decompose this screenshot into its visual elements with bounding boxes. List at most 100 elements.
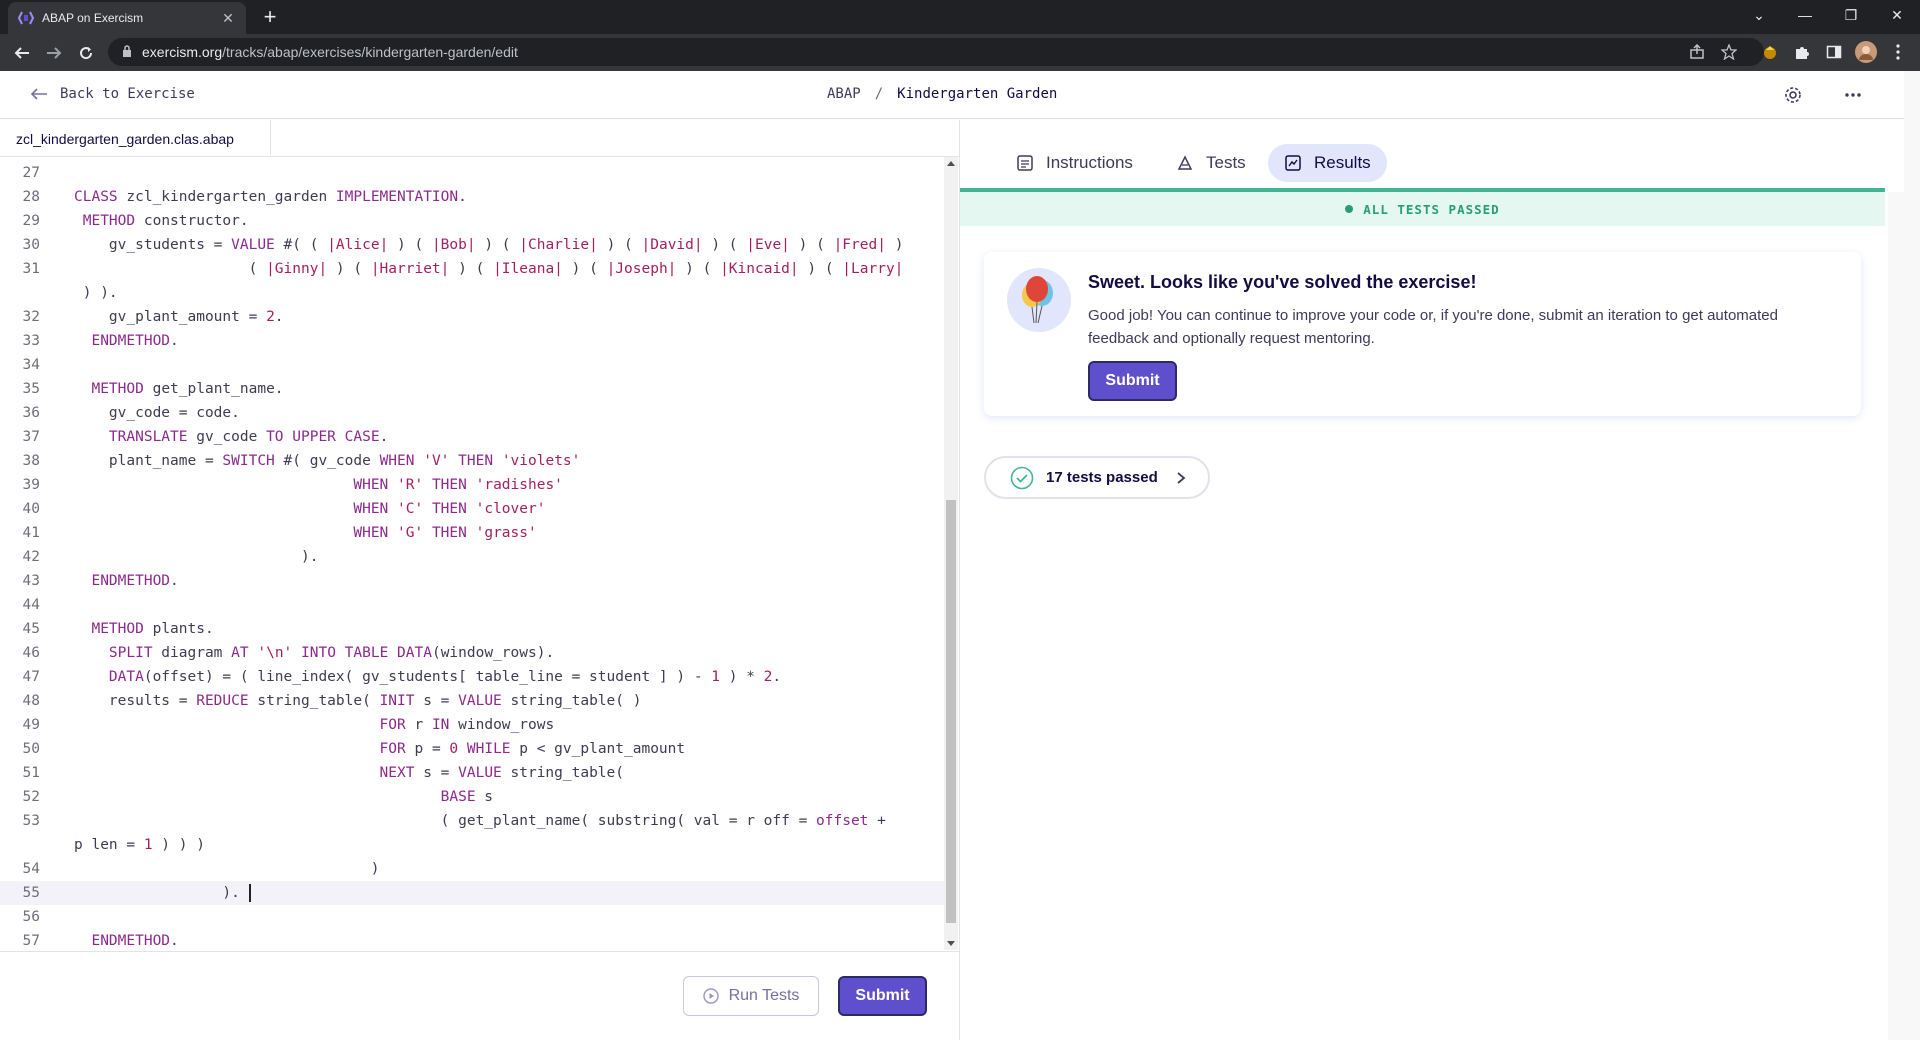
minimize-icon[interactable]: — — [1782, 0, 1828, 30]
share-icon[interactable] — [1683, 38, 1711, 66]
code-line[interactable]: 27 — [0, 161, 944, 185]
submit-button[interactable]: Submit — [838, 976, 927, 1016]
code-text[interactable]: ) — [74, 857, 380, 881]
back-to-exercise-link[interactable]: Back to Exercise — [30, 86, 195, 102]
pane-divider[interactable] — [959, 120, 960, 1040]
code-text[interactable]: results = REDUCE string_table( INIT s = … — [74, 689, 642, 713]
code-line[interactable]: 30 gv_students = VALUE #( ( |Alice| ) ( … — [0, 233, 944, 257]
code-text[interactable]: plant_name = SWITCH #( gv_code WHEN 'V' … — [74, 449, 580, 473]
bookmark-star-icon[interactable] — [1715, 38, 1743, 66]
code-text[interactable]: ( get_plant_name( substring( val = r off… — [74, 809, 886, 833]
code-text[interactable]: TRANSLATE gv_code TO UPPER CASE. — [74, 425, 388, 449]
code-line[interactable]: ) ). — [0, 281, 944, 305]
more-options-icon[interactable] — [1842, 84, 1864, 106]
settings-gear-icon[interactable] — [1782, 84, 1804, 106]
code-text[interactable]: NEXT s = VALUE string_table( — [74, 761, 624, 785]
code-line[interactable]: 29 METHOD constructor. — [0, 209, 944, 233]
address-bar[interactable]: exercism.org/tracks/abap/exercises/kinde… — [108, 38, 1764, 66]
code-text[interactable]: WHEN 'G' THEN 'grass' — [74, 521, 536, 545]
tab-instructions[interactable]: Instructions — [1000, 144, 1149, 182]
forward-arrow-icon[interactable] — [42, 41, 66, 65]
tab-tests[interactable]: Tests — [1160, 144, 1262, 182]
code-line[interactable]: 37 TRANSLATE gv_code TO UPPER CASE. — [0, 425, 944, 449]
breadcrumb-track[interactable]: ABAP — [827, 86, 861, 102]
code-line[interactable]: 35 METHOD get_plant_name. — [0, 377, 944, 401]
code-line[interactable]: 41 WHEN 'G' THEN 'grass' — [0, 521, 944, 545]
code-text[interactable]: WHEN 'C' THEN 'clover' — [74, 497, 545, 521]
code-line[interactable]: 36 gv_code = code. — [0, 401, 944, 425]
scrollbar-thumb[interactable] — [946, 500, 956, 923]
back-arrow-icon[interactable] — [10, 41, 34, 65]
file-tab[interactable]: zcl_kindergarten_garden.clas.abap — [0, 120, 271, 156]
code-text[interactable]: DATA(offset) = ( line_index( gv_students… — [74, 665, 781, 689]
tests-passed-pill[interactable]: 17 tests passed — [984, 456, 1210, 499]
code-line[interactable]: p len = 1 ) ) ) — [0, 833, 944, 857]
side-panel-icon[interactable] — [1822, 40, 1846, 64]
code-text[interactable]: ). — [74, 881, 251, 905]
code-text[interactable]: ( |Ginny| ) ( |Harriet| ) ( |Ileana| ) (… — [74, 257, 904, 281]
code-line[interactable]: 45 METHOD plants. — [0, 617, 944, 641]
code-line[interactable]: 40 WHEN 'C' THEN 'clover' — [0, 497, 944, 521]
code-line[interactable]: 42 ). — [0, 545, 944, 569]
code-text[interactable]: ENDMETHOD. — [74, 929, 178, 950]
editor-scrollbar[interactable] — [944, 157, 958, 950]
scroll-down-icon[interactable] — [947, 941, 955, 946]
code-line[interactable]: 43 ENDMETHOD. — [0, 569, 944, 593]
extension-icon[interactable] — [1758, 40, 1782, 64]
window-close-icon[interactable]: ✕ — [1874, 0, 1920, 30]
code-line[interactable]: 44 — [0, 593, 944, 617]
code-line[interactable]: 56 — [0, 905, 944, 929]
code-text[interactable]: WHEN 'R' THEN 'radishes' — [74, 473, 563, 497]
code-line[interactable]: 53 ( get_plant_name( substring( val = r … — [0, 809, 944, 833]
code-text[interactable]: FOR r IN window_rows — [74, 713, 555, 737]
tab-close-icon[interactable]: ✕ — [220, 10, 236, 26]
code-text[interactable]: p len = 1 ) ) ) — [74, 833, 205, 857]
code-text[interactable]: gv_plant_amount = 2. — [74, 305, 284, 329]
code-text[interactable]: ENDMETHOD. — [74, 569, 178, 593]
card-submit-button[interactable]: Submit — [1088, 361, 1177, 401]
code-text[interactable]: FOR p = 0 WHILE p < gv_plant_amount — [74, 737, 686, 761]
code-text[interactable]: BASE s — [74, 785, 493, 809]
reload-icon[interactable] — [74, 41, 98, 65]
profile-avatar[interactable] — [1854, 40, 1878, 64]
browser-tab[interactable]: ABAP on Exercism ✕ — [8, 2, 246, 34]
code-text[interactable]: METHOD get_plant_name. — [74, 377, 283, 401]
code-line[interactable]: 38 plant_name = SWITCH #( gv_code WHEN '… — [0, 449, 944, 473]
code-text[interactable]: gv_students = VALUE #( ( |Alice| ) ( |Bo… — [74, 233, 904, 257]
code-text[interactable]: ). — [74, 545, 318, 569]
tab-results[interactable]: Results — [1268, 144, 1387, 182]
code-line[interactable]: 48 results = REDUCE string_table( INIT s… — [0, 689, 944, 713]
code-editor[interactable]: 27 28 CLASS zcl_kindergarten_garden IMPLEM… — [0, 157, 944, 950]
code-text[interactable]: ) ). — [74, 281, 118, 305]
new-tab-icon[interactable]: + — [256, 6, 284, 30]
code-line[interactable]: 57 ENDMETHOD. — [0, 929, 944, 950]
tab-search-icon[interactable]: ⌄ — [1736, 0, 1782, 30]
code-line[interactable]: 34 — [0, 353, 944, 377]
run-tests-button[interactable]: Run Tests — [683, 976, 819, 1016]
code-text[interactable]: gv_code = code. — [74, 401, 240, 425]
page-scrollbar[interactable] — [1904, 71, 1920, 1040]
puzzle-extensions-icon[interactable] — [1790, 40, 1814, 64]
browser-menu-icon[interactable] — [1886, 40, 1910, 64]
code-line[interactable]: 33 ENDMETHOD. — [0, 329, 944, 353]
code-text[interactable]: METHOD plants. — [74, 617, 213, 641]
code-line[interactable]: 28 CLASS zcl_kindergarten_garden IMPLEMEN… — [0, 185, 944, 209]
code-text[interactable]: ENDMETHOD. — [74, 329, 178, 353]
scroll-up-icon[interactable] — [947, 161, 955, 166]
code-line[interactable]: 31 ( |Ginny| ) ( |Harriet| ) ( |Ileana| … — [0, 257, 944, 281]
code-text[interactable]: CLASS zcl_kindergarten_garden IMPLEMENTA… — [74, 185, 467, 209]
code-line[interactable]: 49 FOR r IN window_rows — [0, 713, 944, 737]
code-line[interactable]: 46 SPLIT diagram AT '\n' INTO TABLE DATA… — [0, 641, 944, 665]
code-line[interactable]: 50 FOR p = 0 WHILE p < gv_plant_amount — [0, 737, 944, 761]
code-line[interactable]: 47 DATA(offset) = ( line_index( gv_stude… — [0, 665, 944, 689]
code-line[interactable]: 32 gv_plant_amount = 2. — [0, 305, 944, 329]
results-scrollbar[interactable] — [1888, 192, 1904, 1040]
code-line[interactable]: 51 NEXT s = VALUE string_table( — [0, 761, 944, 785]
code-line[interactable]: 55 ). — [0, 881, 944, 905]
code-text[interactable]: METHOD constructor. — [74, 209, 249, 233]
code-line[interactable]: 39 WHEN 'R' THEN 'radishes' — [0, 473, 944, 497]
code-line[interactable]: 52 BASE s — [0, 785, 944, 809]
code-line[interactable]: 54 ) — [0, 857, 944, 881]
restore-icon[interactable]: ❐ — [1828, 0, 1874, 30]
code-text[interactable]: SPLIT diagram AT '\n' INTO TABLE DATA(wi… — [74, 641, 554, 665]
